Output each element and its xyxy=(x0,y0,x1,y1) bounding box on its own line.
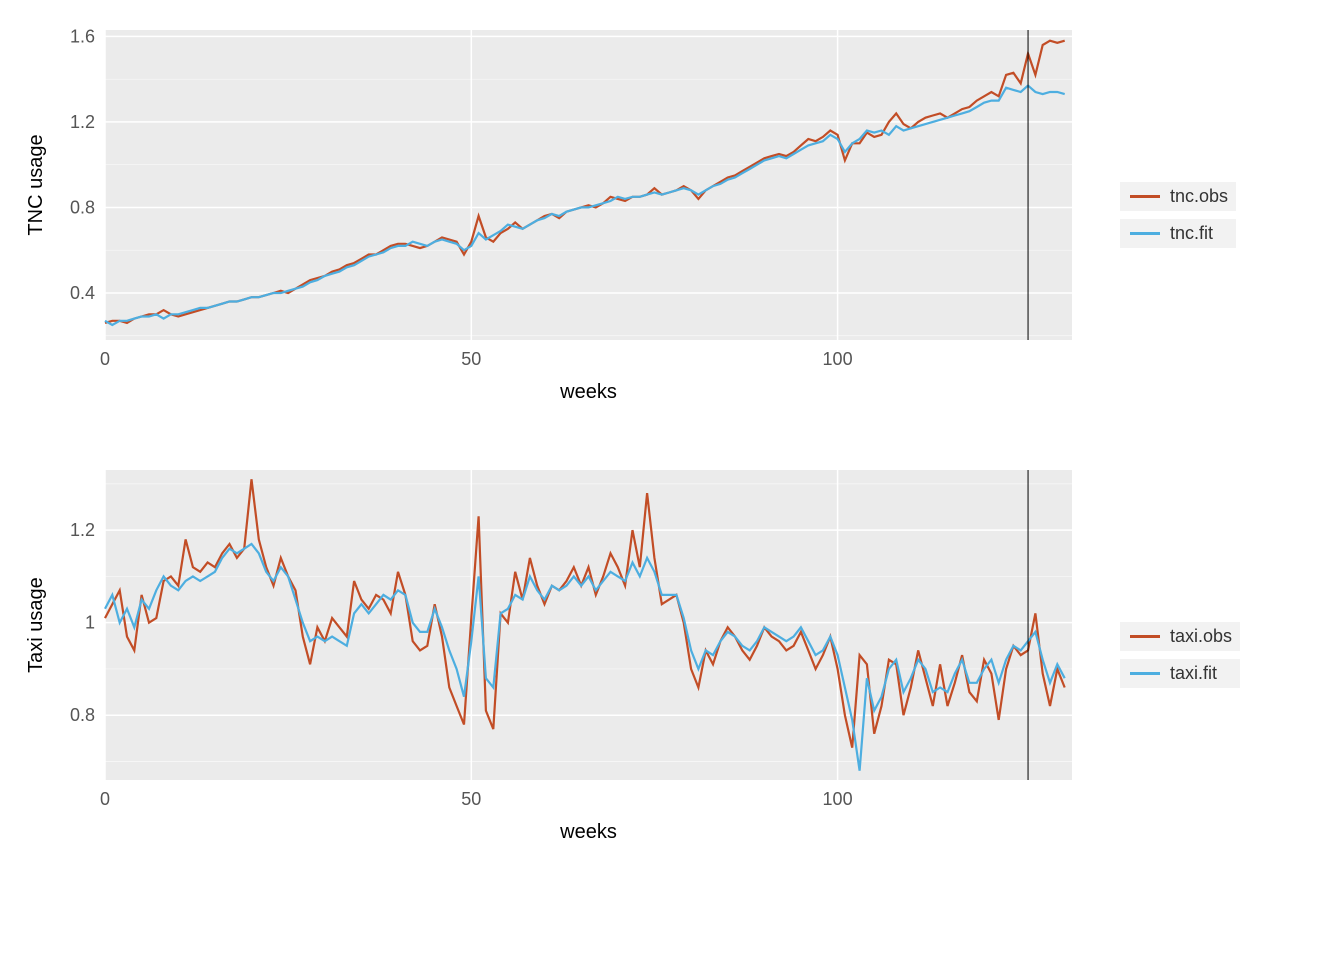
y-tick: 1.2 xyxy=(70,520,95,540)
x-tick: 100 xyxy=(823,789,853,809)
legend-swatch xyxy=(1130,232,1160,235)
y-tick: 0.8 xyxy=(70,197,95,217)
legend-swatch xyxy=(1130,195,1160,198)
chart-panel-0: 0.4 0.8 1.2 1.6 0 50 100 weeks TNC usage xyxy=(20,20,1080,410)
chart-row-0: 0.4 0.8 1.2 1.6 0 50 100 weeks TNC usage tnc.obs… xyxy=(20,20,1324,410)
x-tick: 50 xyxy=(461,349,481,369)
x-axis-label: weeks xyxy=(559,381,617,403)
chart-row-1: 0.8 1 1.2 0 50 100 weeks Taxi usage taxi.obs ta… xyxy=(20,460,1324,850)
y-tick: 1.6 xyxy=(70,26,95,46)
legend-item: taxi.fit xyxy=(1120,659,1240,688)
legend-1: taxi.obs taxi.fit xyxy=(1120,614,1240,696)
x-tick: 0 xyxy=(100,349,110,369)
y-axis-label: Taxi usage xyxy=(25,577,47,673)
legend-swatch xyxy=(1130,672,1160,675)
legend-item: taxi.obs xyxy=(1120,622,1240,651)
legend-item: tnc.obs xyxy=(1120,182,1236,211)
legend-swatch xyxy=(1130,635,1160,638)
legend-label: tnc.fit xyxy=(1170,223,1213,244)
y-tick: 0.8 xyxy=(70,705,95,725)
legend-label: taxi.fit xyxy=(1170,663,1217,684)
chart-panel-1: 0.8 1 1.2 0 50 100 weeks Taxi usage xyxy=(20,460,1080,850)
y-tick: 0.4 xyxy=(70,283,95,303)
x-tick: 100 xyxy=(823,349,853,369)
legend-label: tnc.obs xyxy=(1170,186,1228,207)
y-tick: 1 xyxy=(85,613,95,633)
x-tick: 0 xyxy=(100,789,110,809)
legend-label: taxi.obs xyxy=(1170,626,1232,647)
x-axis-label: weeks xyxy=(559,821,617,843)
legend-item: tnc.fit xyxy=(1120,219,1236,248)
y-axis-label: TNC usage xyxy=(25,134,47,235)
y-tick: 1.2 xyxy=(70,112,95,132)
legend-0: tnc.obs tnc.fit xyxy=(1120,174,1236,256)
x-tick: 50 xyxy=(461,789,481,809)
